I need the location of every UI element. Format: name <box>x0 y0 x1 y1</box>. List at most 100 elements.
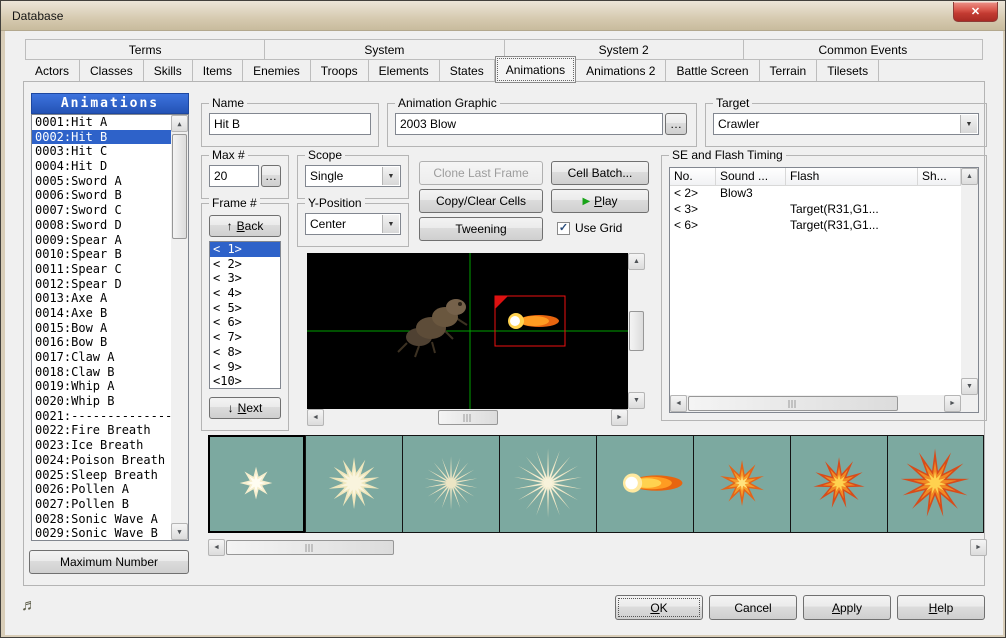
tab[interactable]: States <box>440 59 495 82</box>
animation-list-item[interactable]: 0006:Sword B <box>32 188 188 203</box>
scroll-track[interactable] <box>687 395 944 412</box>
tab[interactable]: Terrain <box>760 59 818 82</box>
scroll-down-icon[interactable]: ▼ <box>628 392 645 409</box>
name-input[interactable]: Hit B <box>209 113 371 135</box>
table-row[interactable]: < 6> Target(R31,G1... <box>670 218 961 234</box>
scroll-left-icon[interactable]: ◄ <box>670 395 687 412</box>
animation-list-item[interactable]: 0005:Sword A <box>32 174 188 189</box>
frame-next-button[interactable]: ↓ Next <box>209 397 281 419</box>
animation-list-item[interactable]: 0009:Spear A <box>32 233 188 248</box>
table-row[interactable]: < 2> Blow3 <box>670 186 961 202</box>
tab[interactable]: Actors <box>25 59 80 82</box>
tab[interactable]: Elements <box>369 59 440 82</box>
y-position-select[interactable]: Center ▼ <box>305 213 401 235</box>
scroll-right-icon[interactable]: ► <box>970 539 987 556</box>
film-cell[interactable] <box>790 435 887 533</box>
animation-list-item[interactable]: 0012:Spear D <box>32 277 188 292</box>
animation-list-item[interactable]: 0024:Poison Breath <box>32 453 188 468</box>
film-cell[interactable] <box>402 435 499 533</box>
frame-list-item[interactable]: < 5> <box>210 301 280 316</box>
animation-graphic-input[interactable]: 2003 Blow <box>395 113 663 135</box>
dropdown-arrow-icon[interactable]: ▼ <box>382 167 399 185</box>
animation-preview-canvas[interactable] <box>307 253 628 409</box>
tab[interactable]: Common Events <box>744 40 982 59</box>
frame-list-item[interactable]: <10> <box>210 374 280 389</box>
frame-back-button[interactable]: ↑ Back <box>209 215 281 237</box>
animation-list-item[interactable]: 0002:Hit B <box>32 130 188 145</box>
scroll-up-icon[interactable]: ▲ <box>628 253 645 270</box>
scroll-down-icon[interactable]: ▼ <box>171 523 188 540</box>
animation-list-item[interactable]: 0022:Fire Breath <box>32 423 188 438</box>
scroll-left-icon[interactable]: ◄ <box>208 539 225 556</box>
animation-list-item[interactable]: 0008:Sword D <box>32 218 188 233</box>
animation-list-item[interactable]: 0021:---------------- <box>32 409 188 424</box>
scroll-thumb[interactable] <box>629 311 644 351</box>
scroll-thumb[interactable] <box>438 410 498 425</box>
target-select[interactable]: Crawler ▼ <box>713 113 979 135</box>
scroll-up-icon[interactable]: ▲ <box>171 115 188 132</box>
scroll-right-icon[interactable]: ► <box>611 409 628 426</box>
animation-list-item[interactable]: 0018:Claw B <box>32 365 188 380</box>
scroll-thumb[interactable] <box>226 540 394 555</box>
column-header-shake[interactable]: Sh... <box>918 168 961 186</box>
dropdown-arrow-icon[interactable]: ▼ <box>382 215 399 233</box>
scroll-thumb[interactable] <box>172 134 187 239</box>
film-cell[interactable] <box>305 435 402 533</box>
scroll-track[interactable] <box>961 185 978 378</box>
tab[interactable]: Animations <box>495 56 576 83</box>
scroll-track[interactable] <box>628 270 645 392</box>
animation-list-item[interactable]: 0020:Whip B <box>32 394 188 409</box>
animation-list-item[interactable]: 0004:Hit D <box>32 159 188 174</box>
frame-list-item[interactable]: < 7> <box>210 330 280 345</box>
se-flash-vscrollbar[interactable]: ▲ ▼ <box>961 168 978 395</box>
frame-list-item[interactable]: < 2> <box>210 257 280 272</box>
tab[interactable]: Terms <box>26 40 265 59</box>
scroll-track[interactable] <box>225 539 970 556</box>
scope-select[interactable]: Single ▼ <box>305 165 401 187</box>
apply-button[interactable]: Apply <box>803 595 891 620</box>
animation-list-item[interactable]: 0019:Whip A <box>32 379 188 394</box>
tab[interactable]: Battle Screen <box>666 59 759 82</box>
scroll-up-icon[interactable]: ▲ <box>961 168 978 185</box>
frame-list-item[interactable]: < 6> <box>210 315 280 330</box>
tab[interactable]: Skills <box>144 59 193 82</box>
maximum-number-button[interactable]: Maximum Number <box>29 550 189 574</box>
animation-list-item[interactable]: 0016:Bow B <box>32 335 188 350</box>
animation-list-item[interactable]: 0014:Axe B <box>32 306 188 321</box>
tab[interactable]: Items <box>193 59 243 82</box>
animation-list-item[interactable]: 0003:Hit C <box>32 144 188 159</box>
frame-list-item[interactable]: < 8> <box>210 345 280 360</box>
animation-list-item[interactable]: 0017:Claw A <box>32 350 188 365</box>
scroll-left-icon[interactable]: ◄ <box>307 409 324 426</box>
animation-list-item[interactable]: 0001:Hit A <box>32 115 188 130</box>
animation-list-item[interactable]: 0025:Sleep Breath <box>32 468 188 483</box>
close-button[interactable]: ✕ <box>953 2 998 22</box>
tab[interactable]: Troops <box>311 59 369 82</box>
canvas-hscrollbar[interactable]: ◄ ► <box>307 409 628 426</box>
strip-hscrollbar[interactable]: ◄ ► <box>208 539 987 556</box>
animation-list-item[interactable]: 0010:Spear B <box>32 247 188 262</box>
scroll-track[interactable] <box>171 132 188 523</box>
copy-clear-cells-button[interactable]: Copy/Clear Cells <box>419 189 543 213</box>
column-header-flash[interactable]: Flash <box>786 168 918 186</box>
film-cell[interactable] <box>887 435 984 533</box>
animation-list-item[interactable]: 0026:Pollen A <box>32 482 188 497</box>
frame-list-item[interactable]: < 4> <box>210 286 280 301</box>
help-button[interactable]: Help <box>897 595 985 620</box>
clone-last-frame-button[interactable]: Clone Last Frame <box>419 161 543 185</box>
animation-list-item[interactable]: 0027:Pollen B <box>32 497 188 512</box>
se-flash-hscrollbar[interactable]: ◄ ► <box>670 395 961 412</box>
use-grid-checkbox[interactable]: ✓ Use Grid <box>557 221 622 235</box>
canvas-vscrollbar[interactable]: ▲ ▼ <box>628 253 645 409</box>
film-cell[interactable] <box>693 435 790 533</box>
tab[interactable]: Enemies <box>243 59 311 82</box>
scroll-down-icon[interactable]: ▼ <box>961 378 978 395</box>
tab[interactable]: Tilesets <box>817 59 879 82</box>
cancel-button[interactable]: Cancel <box>709 595 797 620</box>
animation-list-item[interactable]: 0013:Axe A <box>32 291 188 306</box>
animation-list-item[interactable]: 0011:Spear C <box>32 262 188 277</box>
tab[interactable]: Classes <box>80 59 144 82</box>
film-cell[interactable] <box>499 435 596 533</box>
frame-list-item[interactable]: < 3> <box>210 271 280 286</box>
tweening-button[interactable]: Tweening <box>419 217 543 241</box>
